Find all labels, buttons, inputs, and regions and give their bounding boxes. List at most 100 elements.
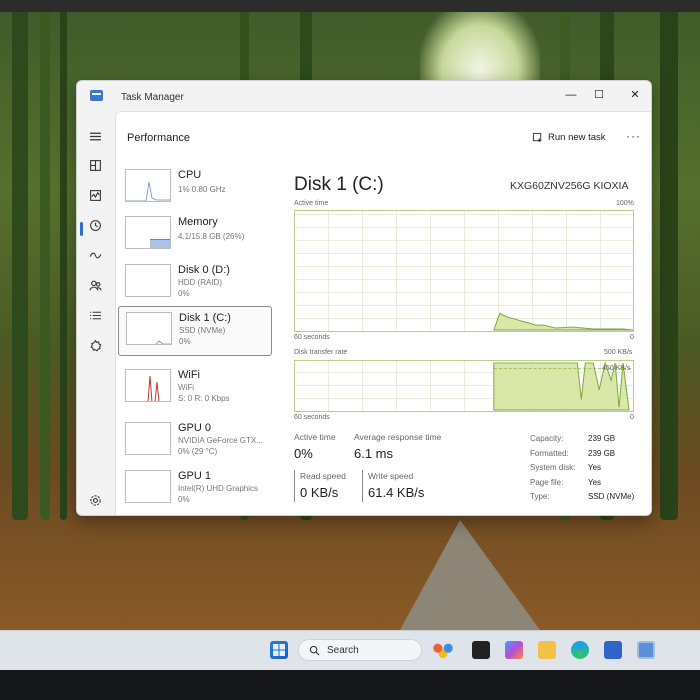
device-item-gpu-1[interactable]: GPU 1 Intel(R) UHD Graphics 0% [118,465,272,515]
active-nav-indicator [80,222,83,236]
page-file-label: Page file: [530,478,564,487]
settings-gear-icon[interactable] [86,491,104,509]
formatted-label: Formatted: [530,449,569,458]
system-disk-value: Yes [588,463,602,472]
details-list-icon[interactable] [86,306,104,324]
device-item-disk-1[interactable]: Disk 1 (C:) SSD (NVMe) 0% [118,306,272,356]
disk-title: Disk 1 (C:) [294,174,384,195]
page-file-value: Yes [588,478,602,487]
transfer-rate-graph-max: 500 KB/s [604,349,633,356]
screen-bezel-bottom [0,670,700,700]
device-detail: WiFi [178,383,194,392]
device-detail: 1% 0.80 GHz [178,185,226,194]
device-item-wifi[interactable]: WiFi WiFi S: 0 R: 0 Kbps [118,364,272,414]
maximize-button[interactable]: ☐ [589,87,609,103]
close-button[interactable]: ✕ [625,87,645,103]
hamburger-menu-icon[interactable] [86,127,104,145]
transfer-rate-graph [294,360,634,412]
task-manager-taskbar-icon[interactable] [637,641,655,659]
response-time-label: Average response time [354,432,442,442]
device-item-disk-0[interactable]: Disk 0 (D:) HDD (RAID) 0% [118,259,272,309]
wifi-thumbnail-graph [125,369,171,402]
more-options-button[interactable]: ··· [626,129,641,143]
device-item-memory[interactable]: Memory 4.1/15.8 GB (26%) [118,211,272,261]
task-manager-app-icon [90,90,103,101]
performance-page: Performance Run new task ··· CPU 1% 0.80… [115,111,651,515]
device-detail: 4.1/15.8 GB (26%) [178,232,245,241]
widgets-icon[interactable] [430,641,456,659]
page-title: Performance [127,132,190,144]
bamboo-stalk [660,0,678,520]
run-task-icon [532,132,542,143]
startup-apps-icon[interactable] [86,246,104,264]
active-time-graph [294,210,634,332]
navigation-sidebar [77,111,111,515]
device-item-gpu-0[interactable]: GPU 0 NVIDIA GeForce GTX... 0% (29 °C) [118,417,272,467]
disk1-thumbnail-graph [126,312,172,345]
device-usage: 0% [179,337,191,346]
device-name: WiFi [178,369,200,381]
transfer-rate-graph-duration: 60 seconds [294,414,330,421]
device-name: CPU [178,169,202,181]
formatted-value: 239 GB [588,449,616,458]
edge-browser-icon[interactable] [571,641,589,659]
type-label: Type: [530,492,550,501]
response-time-value: 6.1 ms [354,446,394,461]
active-time-graph-min: 0 [630,334,634,341]
run-new-task-label: Run new task [548,132,606,143]
app-history-icon[interactable] [86,216,104,234]
store-icon[interactable] [604,641,622,659]
active-time-value: 0% [294,446,313,461]
memory-usage-fill [150,239,170,248]
device-name: Disk 0 (D:) [178,264,230,276]
users-icon[interactable] [86,276,104,294]
read-speed-value: 0 KB/s [300,485,339,500]
device-detail: SSD (NVMe) [179,326,226,335]
active-time-graph-label: Active time [294,200,329,207]
active-time-graph-max: 100% [616,200,634,207]
transfer-rate-graph-min: 0 [630,414,634,421]
bamboo-stalk [60,0,67,520]
device-name: Disk 1 (C:) [179,312,231,324]
active-time-label: Active time [294,432,336,442]
transfer-rate-graph-label: Disk transfer rate [294,349,348,356]
file-explorer-icon[interactable] [538,641,556,659]
system-disk-label: System disk: [530,463,576,472]
screen-bezel [0,0,700,12]
disk0-thumbnail-graph [125,264,171,297]
disk-model: KXG60ZNV256G KIOXIA [510,180,629,192]
cpu-thumbnail-graph [125,169,171,202]
minimize-button[interactable]: — [561,87,581,103]
device-detail: NVIDIA GeForce GTX... [178,436,263,445]
services-icon[interactable] [86,336,104,354]
device-usage: 0% [178,495,190,504]
start-windows-icon[interactable] [270,641,288,659]
bamboo-stalk [12,0,28,520]
device-usage: 0% (29 °C) [178,447,218,456]
write-speed-label: Write speed [368,471,414,481]
device-name: GPU 1 [178,470,212,482]
bamboo-stalk [40,0,50,520]
read-speed-label: Read speed [300,471,346,481]
performance-icon[interactable] [86,186,104,204]
gpu1-thumbnail-graph [125,470,171,503]
window-title: Task Manager [121,92,184,103]
taskbar-search-box[interactable]: Search [298,639,422,661]
device-throughput: S: 0 R: 0 Kbps [178,394,230,403]
device-detail: Intel(R) UHD Graphics [178,484,259,493]
transfer-rate-inner-max: 450 KB/s [602,365,631,372]
task-view-icon[interactable] [472,641,490,659]
title-bar[interactable]: Task Manager — ☐ ✕ [77,81,651,111]
copilot-icon[interactable] [505,641,523,659]
capacity-label: Capacity: [530,434,564,443]
capacity-value: 239 GB [588,434,616,443]
run-new-task-button[interactable]: Run new task [532,132,606,143]
read-speed-divider [294,470,295,502]
write-speed-value: 61.4 KB/s [368,485,425,500]
processes-icon[interactable] [86,156,104,174]
memory-thumbnail-graph [125,216,171,249]
taskbar: Search [0,630,700,670]
device-item-cpu[interactable]: CPU 1% 0.80 GHz [118,164,272,214]
device-detail: HDD (RAID) [178,278,222,287]
wallpaper-path [400,520,540,630]
